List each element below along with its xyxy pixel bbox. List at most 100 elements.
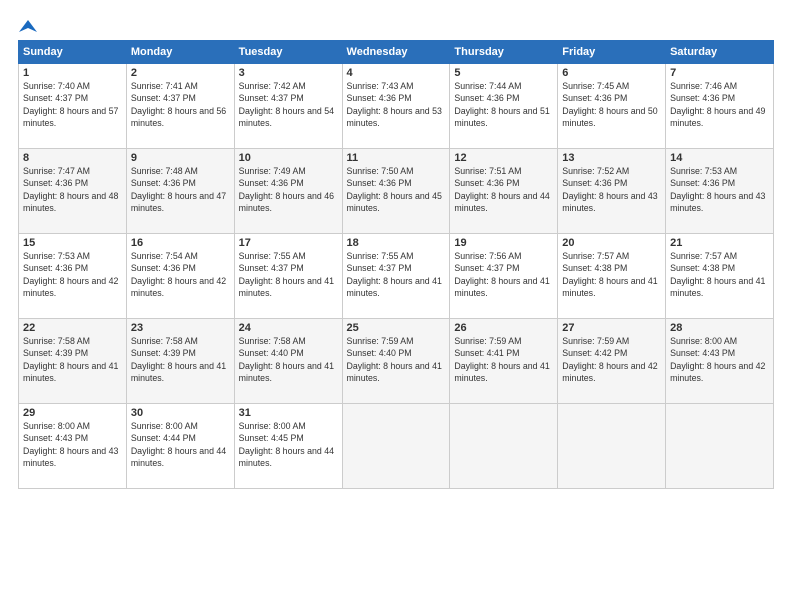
day-number: 3 (239, 67, 338, 79)
calendar-day-cell: 25 Sunrise: 7:59 AMSunset: 4:40 PMDaylig… (342, 319, 450, 404)
calendar-day-cell: 24 Sunrise: 7:58 AMSunset: 4:40 PMDaylig… (234, 319, 342, 404)
day-info: Sunrise: 7:53 AMSunset: 4:36 PMDaylight:… (23, 251, 118, 298)
calendar-day-cell: 14 Sunrise: 7:53 AMSunset: 4:36 PMDaylig… (666, 149, 774, 234)
calendar-day-cell: 5 Sunrise: 7:44 AMSunset: 4:36 PMDayligh… (450, 64, 558, 149)
day-number: 30 (131, 407, 230, 419)
weekday-header: Thursday (450, 41, 558, 64)
day-number: 8 (23, 152, 122, 164)
calendar-day-cell: 12 Sunrise: 7:51 AMSunset: 4:36 PMDaylig… (450, 149, 558, 234)
calendar-day-cell: 11 Sunrise: 7:50 AMSunset: 4:36 PMDaylig… (342, 149, 450, 234)
day-info: Sunrise: 7:52 AMSunset: 4:36 PMDaylight:… (562, 166, 657, 213)
weekday-header: Tuesday (234, 41, 342, 64)
calendar-day-cell: 28 Sunrise: 8:00 AMSunset: 4:43 PMDaylig… (666, 319, 774, 404)
day-info: Sunrise: 7:57 AMSunset: 4:38 PMDaylight:… (670, 251, 765, 298)
calendar-week-row: 22 Sunrise: 7:58 AMSunset: 4:39 PMDaylig… (19, 319, 774, 404)
day-info: Sunrise: 7:58 AMSunset: 4:40 PMDaylight:… (239, 336, 334, 383)
calendar-week-row: 8 Sunrise: 7:47 AMSunset: 4:36 PMDayligh… (19, 149, 774, 234)
calendar-day-cell: 2 Sunrise: 7:41 AMSunset: 4:37 PMDayligh… (126, 64, 234, 149)
calendar-day-cell (342, 404, 450, 489)
calendar-day-cell: 20 Sunrise: 7:57 AMSunset: 4:38 PMDaylig… (558, 234, 666, 319)
day-info: Sunrise: 7:59 AMSunset: 4:40 PMDaylight:… (347, 336, 442, 383)
calendar-day-cell: 18 Sunrise: 7:55 AMSunset: 4:37 PMDaylig… (342, 234, 450, 319)
day-info: Sunrise: 7:57 AMSunset: 4:38 PMDaylight:… (562, 251, 657, 298)
day-info: Sunrise: 7:48 AMSunset: 4:36 PMDaylight:… (131, 166, 226, 213)
calendar-day-cell (450, 404, 558, 489)
day-number: 5 (454, 67, 553, 79)
day-info: Sunrise: 7:55 AMSunset: 4:37 PMDaylight:… (347, 251, 442, 298)
day-info: Sunrise: 7:55 AMSunset: 4:37 PMDaylight:… (239, 251, 334, 298)
day-info: Sunrise: 7:58 AMSunset: 4:39 PMDaylight:… (131, 336, 226, 383)
calendar-day-cell: 8 Sunrise: 7:47 AMSunset: 4:36 PMDayligh… (19, 149, 127, 234)
calendar-day-cell: 23 Sunrise: 7:58 AMSunset: 4:39 PMDaylig… (126, 319, 234, 404)
calendar-day-cell: 21 Sunrise: 7:57 AMSunset: 4:38 PMDaylig… (666, 234, 774, 319)
calendar-day-cell: 15 Sunrise: 7:53 AMSunset: 4:36 PMDaylig… (19, 234, 127, 319)
day-number: 17 (239, 237, 338, 249)
day-info: Sunrise: 7:56 AMSunset: 4:37 PMDaylight:… (454, 251, 549, 298)
calendar-day-cell: 31 Sunrise: 8:00 AMSunset: 4:45 PMDaylig… (234, 404, 342, 489)
day-number: 29 (23, 407, 122, 419)
day-number: 28 (670, 322, 769, 334)
day-info: Sunrise: 7:46 AMSunset: 4:36 PMDaylight:… (670, 81, 765, 128)
calendar-day-cell: 4 Sunrise: 7:43 AMSunset: 4:36 PMDayligh… (342, 64, 450, 149)
day-number: 12 (454, 152, 553, 164)
day-info: Sunrise: 7:50 AMSunset: 4:36 PMDaylight:… (347, 166, 442, 213)
calendar-day-cell: 17 Sunrise: 7:55 AMSunset: 4:37 PMDaylig… (234, 234, 342, 319)
day-info: Sunrise: 8:00 AMSunset: 4:43 PMDaylight:… (670, 336, 765, 383)
day-number: 4 (347, 67, 446, 79)
day-number: 6 (562, 67, 661, 79)
day-info: Sunrise: 7:44 AMSunset: 4:36 PMDaylight:… (454, 81, 549, 128)
calendar-table: SundayMondayTuesdayWednesdayThursdayFrid… (18, 40, 774, 489)
day-info: Sunrise: 7:53 AMSunset: 4:36 PMDaylight:… (670, 166, 765, 213)
day-info: Sunrise: 7:42 AMSunset: 4:37 PMDaylight:… (239, 81, 334, 128)
day-number: 7 (670, 67, 769, 79)
day-info: Sunrise: 8:00 AMSunset: 4:45 PMDaylight:… (239, 421, 334, 468)
day-number: 24 (239, 322, 338, 334)
day-info: Sunrise: 7:45 AMSunset: 4:36 PMDaylight:… (562, 81, 657, 128)
day-info: Sunrise: 7:49 AMSunset: 4:36 PMDaylight:… (239, 166, 334, 213)
day-info: Sunrise: 8:00 AMSunset: 4:44 PMDaylight:… (131, 421, 226, 468)
logo-bird-icon (19, 18, 37, 36)
day-info: Sunrise: 7:51 AMSunset: 4:36 PMDaylight:… (454, 166, 549, 213)
calendar-day-cell: 22 Sunrise: 7:58 AMSunset: 4:39 PMDaylig… (19, 319, 127, 404)
day-info: Sunrise: 7:59 AMSunset: 4:41 PMDaylight:… (454, 336, 549, 383)
day-info: Sunrise: 7:43 AMSunset: 4:36 PMDaylight:… (347, 81, 442, 128)
calendar-day-cell: 27 Sunrise: 7:59 AMSunset: 4:42 PMDaylig… (558, 319, 666, 404)
day-info: Sunrise: 7:59 AMSunset: 4:42 PMDaylight:… (562, 336, 657, 383)
logo (18, 18, 38, 32)
day-number: 9 (131, 152, 230, 164)
day-number: 19 (454, 237, 553, 249)
day-number: 11 (347, 152, 446, 164)
day-number: 14 (670, 152, 769, 164)
calendar-day-cell: 16 Sunrise: 7:54 AMSunset: 4:36 PMDaylig… (126, 234, 234, 319)
day-info: Sunrise: 7:40 AMSunset: 4:37 PMDaylight:… (23, 81, 118, 128)
day-number: 26 (454, 322, 553, 334)
day-number: 27 (562, 322, 661, 334)
day-number: 10 (239, 152, 338, 164)
calendar-day-cell: 13 Sunrise: 7:52 AMSunset: 4:36 PMDaylig… (558, 149, 666, 234)
day-number: 22 (23, 322, 122, 334)
calendar-day-cell: 6 Sunrise: 7:45 AMSunset: 4:36 PMDayligh… (558, 64, 666, 149)
calendar-day-cell: 10 Sunrise: 7:49 AMSunset: 4:36 PMDaylig… (234, 149, 342, 234)
calendar-week-row: 29 Sunrise: 8:00 AMSunset: 4:43 PMDaylig… (19, 404, 774, 489)
calendar-day-cell: 7 Sunrise: 7:46 AMSunset: 4:36 PMDayligh… (666, 64, 774, 149)
calendar-day-cell: 1 Sunrise: 7:40 AMSunset: 4:37 PMDayligh… (19, 64, 127, 149)
day-number: 31 (239, 407, 338, 419)
calendar-day-cell: 19 Sunrise: 7:56 AMSunset: 4:37 PMDaylig… (450, 234, 558, 319)
weekday-header: Wednesday (342, 41, 450, 64)
weekday-header: Saturday (666, 41, 774, 64)
day-info: Sunrise: 7:54 AMSunset: 4:36 PMDaylight:… (131, 251, 226, 298)
day-info: Sunrise: 7:47 AMSunset: 4:36 PMDaylight:… (23, 166, 118, 213)
calendar-day-cell: 3 Sunrise: 7:42 AMSunset: 4:37 PMDayligh… (234, 64, 342, 149)
day-number: 16 (131, 237, 230, 249)
day-number: 1 (23, 67, 122, 79)
day-number: 15 (23, 237, 122, 249)
page: SundayMondayTuesdayWednesdayThursdayFrid… (0, 0, 792, 612)
calendar-day-cell: 29 Sunrise: 8:00 AMSunset: 4:43 PMDaylig… (19, 404, 127, 489)
day-info: Sunrise: 7:58 AMSunset: 4:39 PMDaylight:… (23, 336, 118, 383)
day-number: 21 (670, 237, 769, 249)
calendar-day-cell: 30 Sunrise: 8:00 AMSunset: 4:44 PMDaylig… (126, 404, 234, 489)
day-number: 13 (562, 152, 661, 164)
day-number: 20 (562, 237, 661, 249)
calendar-week-row: 1 Sunrise: 7:40 AMSunset: 4:37 PMDayligh… (19, 64, 774, 149)
calendar-week-row: 15 Sunrise: 7:53 AMSunset: 4:36 PMDaylig… (19, 234, 774, 319)
